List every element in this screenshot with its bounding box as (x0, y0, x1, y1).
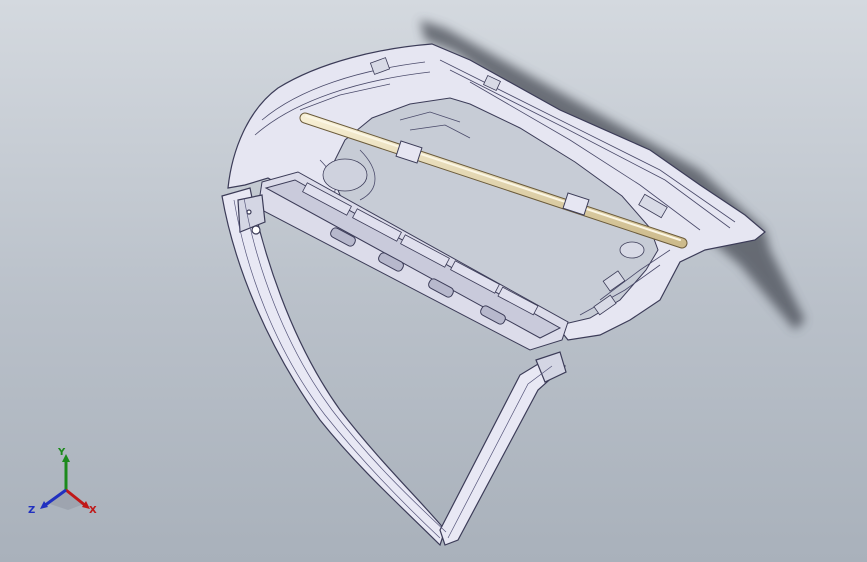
graphics-viewport[interactable]: Y X Z (0, 0, 867, 562)
y-axis-label: Y (58, 447, 66, 458)
view-orientation-triad[interactable]: Y X Z (28, 448, 104, 524)
trunk-lid-model[interactable] (0, 0, 867, 562)
x-axis-label: X (89, 505, 97, 516)
z-axis-label: Z (28, 505, 36, 516)
